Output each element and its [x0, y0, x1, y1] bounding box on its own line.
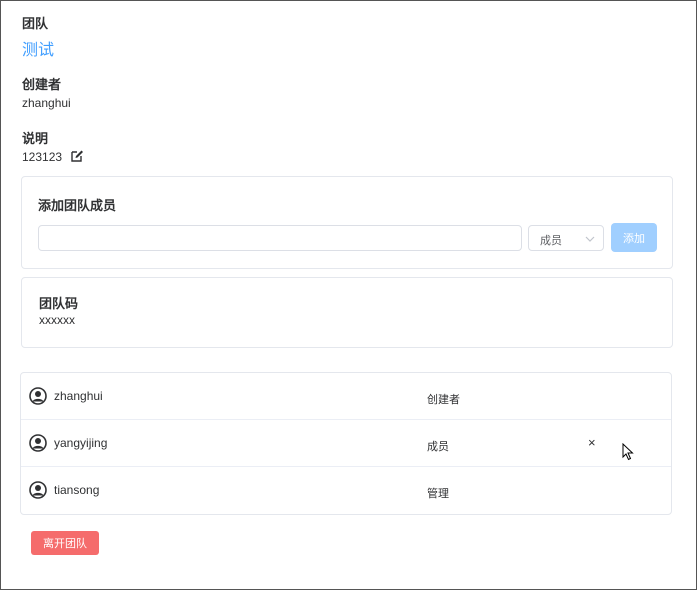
member-row: yangyijing 成员 ×	[21, 420, 671, 467]
team-code-card: 团队码 xxxxxx	[21, 277, 673, 348]
remove-member-button[interactable]: ×	[588, 435, 596, 450]
team-label: 团队	[22, 17, 49, 32]
member-role: 管理	[427, 487, 449, 500]
creator-value: zhanghui	[22, 96, 71, 110]
member-row: tiansong 管理	[21, 467, 671, 514]
member-row: zhanghui 创建者	[21, 373, 671, 420]
mouse-cursor-icon	[622, 443, 634, 461]
user-avatar-icon	[29, 434, 47, 452]
member-search-input[interactable]	[38, 225, 522, 251]
edit-icon[interactable]	[70, 149, 84, 163]
member-role: 创建者	[427, 393, 460, 406]
add-member-title: 添加团队成员	[38, 199, 117, 214]
user-avatar-icon	[29, 387, 47, 405]
description-value: 123123	[22, 150, 63, 164]
creator-label: 创建者	[22, 78, 62, 93]
role-select-value: 成员	[540, 234, 562, 247]
window-frame: 团队 测试 创建者 zhanghui 说明 123123 添加团队成员 成员 添…	[0, 0, 697, 590]
member-name: tiansong	[54, 483, 100, 497]
user-avatar-icon	[29, 481, 47, 499]
team-name[interactable]: 测试	[22, 36, 54, 60]
leave-team-button[interactable]: 离开团队	[31, 531, 99, 555]
description-label: 说明	[22, 132, 49, 147]
member-name: zhanghui	[54, 389, 103, 403]
member-list: zhanghui 创建者 yangyijing 成员 × tiansong 管理	[20, 372, 672, 515]
add-member-card: 添加团队成员 成员 添加	[21, 176, 673, 269]
team-code-title: 团队码	[39, 297, 79, 312]
member-role: 成员	[427, 440, 449, 453]
role-select[interactable]: 成员	[528, 225, 604, 251]
member-name: yangyijing	[54, 436, 108, 450]
add-member-button[interactable]: 添加	[611, 223, 657, 252]
team-code-value: xxxxxx	[39, 313, 75, 327]
chevron-down-icon	[585, 236, 595, 242]
